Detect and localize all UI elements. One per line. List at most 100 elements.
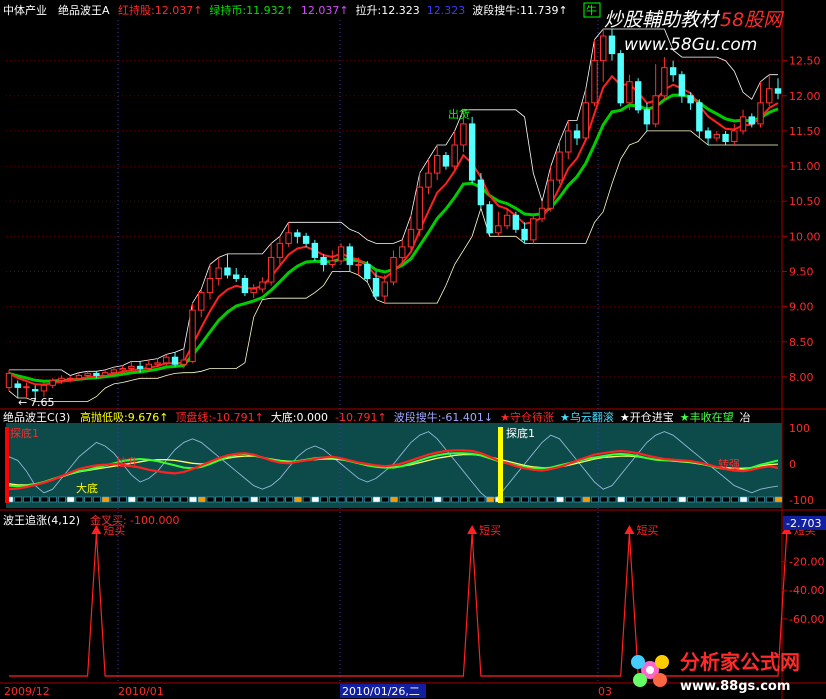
- candle-body: [442, 155, 450, 167]
- candle-body: [766, 88, 773, 104]
- short-buy-label: 短买: [479, 523, 501, 537]
- bottom-title: 波王追涨(4,12): [3, 513, 80, 527]
- candle-body: [503, 214, 511, 227]
- osc-label-turn: 转强: [718, 457, 740, 471]
- osc-marker: [232, 496, 241, 503]
- candle-body: [433, 155, 441, 174]
- main-header-item-0: 红持股:12.037↑: [118, 3, 202, 17]
- osc-marker: [617, 496, 626, 503]
- osc-marker: [14, 496, 23, 503]
- osc-marker: [582, 496, 591, 503]
- candle-body: [678, 74, 686, 97]
- osc-marker: [119, 496, 127, 503]
- osc-marker: [731, 496, 739, 503]
- osc-marker: [530, 496, 538, 503]
- osc-header-item-4: 波段搜牛:-61.401↓: [394, 410, 493, 424]
- probe-marker-bar: [498, 427, 503, 503]
- candle-body: [704, 130, 712, 139]
- candle-body: [626, 81, 633, 104]
- osc-marker: [329, 496, 337, 503]
- osc-star-1: ★乌云翻滚: [560, 410, 614, 424]
- candle-body: [652, 95, 659, 125]
- osc-marker: [154, 496, 162, 503]
- osc-header-item-0: 高抛低吸:9.676↑: [80, 410, 168, 424]
- osc-marker: [556, 496, 564, 503]
- osc-marker: [49, 496, 57, 503]
- bottom-y-label-2: -60.00: [789, 613, 824, 626]
- osc-marker: [136, 496, 145, 503]
- candle-body: [329, 260, 336, 265]
- candle-body: [40, 384, 48, 392]
- y-label-4: 10.50: [789, 195, 821, 208]
- candle-body: [23, 386, 30, 389]
- osc-marker: [162, 496, 171, 503]
- current-value: -2.703: [786, 517, 821, 530]
- osc-marker: [521, 496, 529, 503]
- main-header-item-5: 波段搜牛:11.739↑: [472, 3, 567, 17]
- candle-body: [259, 281, 266, 290]
- candle-body: [154, 362, 161, 365]
- candle-body: [416, 186, 423, 230]
- osc-marker: [23, 496, 31, 503]
- y-label-8: 8.50: [789, 336, 814, 349]
- candle-body: [346, 246, 354, 265]
- candle-body: [337, 246, 345, 262]
- candle-body: [643, 109, 651, 125]
- osc-header: 绝品波王C(3) 高抛低吸:9.676↑ 顶盘线:-10.791↑ 大底:0.000…: [3, 410, 751, 424]
- short-buy-label: 短买: [636, 523, 658, 537]
- candle-body: [407, 228, 415, 248]
- candle-body: [486, 204, 493, 234]
- y-label-1: 12.00: [789, 90, 821, 103]
- candle-body: [294, 232, 301, 237]
- tag-label: 牛: [586, 3, 597, 17]
- osc-marker: [722, 496, 730, 503]
- candle-body: [250, 288, 257, 294]
- osc-header-item-1: 顶盘线:-10.791↑: [175, 410, 263, 424]
- osc-marker: [599, 496, 608, 503]
- watermark-88gs-text: 分析家公式网: [680, 650, 800, 674]
- candle-body: [110, 369, 118, 374]
- candle-body: [495, 225, 502, 234]
- x-label-3: 2010/01/26,二: [342, 685, 420, 698]
- left-marker-bar: [5, 427, 9, 503]
- candle-body: [66, 377, 74, 380]
- candle-body: [538, 207, 546, 220]
- osc-star-0: ★守仓待涨: [500, 410, 554, 424]
- candle-body: [425, 172, 432, 188]
- osc-marker: [696, 496, 704, 503]
- candle-body: [477, 179, 485, 206]
- osc-marker: [564, 496, 573, 503]
- candle-body: [232, 274, 240, 280]
- candle-body: [267, 256, 275, 283]
- watermark-text1: 炒股輔助教材: [604, 9, 721, 31]
- osc-marker: [294, 496, 302, 503]
- candle-body: [285, 232, 292, 244]
- osc-marker: [381, 496, 390, 503]
- osc-marker: [468, 496, 477, 503]
- candle-body: [661, 67, 668, 97]
- candle-body: [320, 256, 327, 265]
- osc-marker: [101, 496, 110, 503]
- osc-marker: [110, 496, 119, 503]
- main-header-item-3: 拉升:12.323: [356, 3, 420, 17]
- osc-label-up: 拉升: [116, 455, 138, 469]
- y-label-3: 11.00: [789, 160, 821, 173]
- y-label-2: 11.50: [789, 125, 821, 138]
- osc-marker: [302, 496, 311, 503]
- candle-body: [84, 372, 91, 376]
- osc-marker: [704, 496, 713, 503]
- x-label-4: 03: [598, 685, 612, 698]
- bottom-y-label-0: -20.00: [789, 556, 824, 569]
- osc-marker: [346, 496, 355, 503]
- candle-body: [215, 267, 222, 280]
- bottom-label: 金叉买:: [90, 513, 127, 527]
- candle-body: [241, 278, 249, 294]
- candle-body: [739, 116, 747, 132]
- osc-marker: [31, 496, 40, 503]
- y-label-0: 12.50: [789, 55, 821, 68]
- candle-body: [722, 133, 729, 142]
- candle-body: [5, 372, 13, 388]
- candle-body: [731, 130, 738, 142]
- candle-body: [224, 267, 231, 276]
- osc-marker: [259, 496, 267, 503]
